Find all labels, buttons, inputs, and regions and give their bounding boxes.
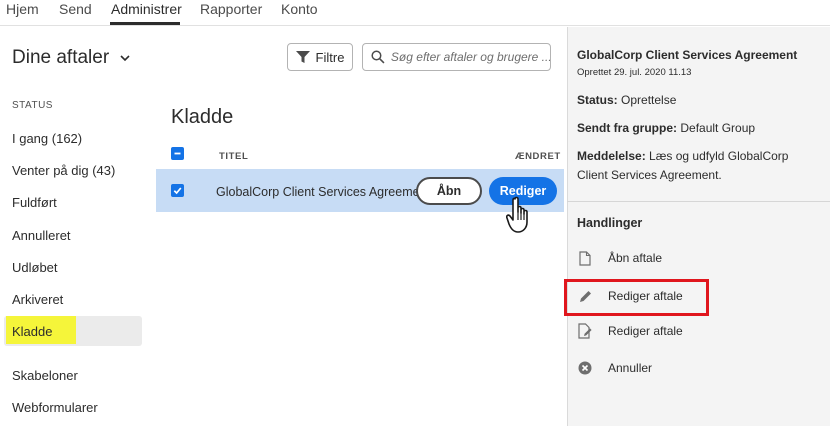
sidebar-item-waiting[interactable]: Venter på dig (43) [12,163,115,178]
document-icon [579,250,591,266]
action-label: Rediger aftale [608,324,683,338]
search-field[interactable] [362,43,551,71]
detail-group: Sendt fra gruppe: Default Group [577,119,817,138]
row-title[interactable]: GlobalCorp Client Services Agreement [216,185,430,199]
search-input[interactable] [390,50,550,64]
filter-button[interactable]: Filtre [287,43,353,71]
action-cancel[interactable]: Annuller [577,358,652,378]
detail-title: GlobalCorp Client Services Agreement [577,48,798,62]
detail-group-label: Sendt fra gruppe: [577,121,678,135]
document-edit-icon [577,323,592,339]
action-open-agreement[interactable]: Åbn aftale [577,248,662,268]
sidebar: Dine aftaler STATUS [0,27,154,426]
row-checkbox[interactable] [171,184,184,197]
detail-group-value: Default Group [680,121,756,135]
active-tab-indicator [110,22,180,25]
detail-status: Status: Oprettelse [577,91,817,110]
detail-message-label: Meddelelse: [577,149,646,163]
filter-label: Filtre [315,49,345,65]
sidebar-item-templates[interactable]: Skabeloner [12,368,78,383]
open-button[interactable]: Åbn [416,177,482,205]
sidebar-title: Dine aftaler [12,47,110,68]
tab-konto[interactable]: Konto [281,0,318,18]
sidebar-item-archived[interactable]: Arkiveret [12,292,63,307]
status-heading: STATUS [12,100,53,111]
cancel-icon [578,361,592,375]
section-title: Kladde [171,106,234,128]
filter-icon [295,50,310,63]
detail-created: Oprettet 29. jul. 2020 11.13 [577,67,692,78]
top-navigation: Hjem Send Administrer Rapporter Konto [0,0,830,26]
search-icon [371,50,385,64]
sidebar-item-draft[interactable]: Kladde [12,324,52,339]
column-header-changed[interactable]: ÆNDRET [515,151,561,162]
select-all-checkbox[interactable] [171,147,184,160]
detail-message: Meddelelse: Læs og udfyld GlobalCorp Cli… [577,147,817,185]
tab-administrer[interactable]: Administrer [111,0,182,18]
detail-status-value: Oprettelse [621,93,677,107]
detail-divider [567,201,830,202]
content-panel [154,96,566,426]
sidebar-item-expired[interactable]: Udløbet [12,260,58,275]
sidebar-item-completed[interactable]: Fuldført [12,195,57,210]
hand-cursor-icon [506,196,528,233]
agreements-dropdown[interactable]: Dine aftaler [12,47,131,69]
column-header-title[interactable]: TITEL [219,151,248,162]
detail-status-label: Status: [577,93,618,107]
tab-hjem[interactable]: Hjem [6,0,39,18]
sidebar-item-webforms[interactable]: Webformularer [12,400,98,415]
chevron-down-icon [120,55,130,62]
tab-send[interactable]: Send [59,0,92,18]
sidebar-item-in-progress[interactable]: I gang (162) [12,131,82,146]
callout-highlight-box [564,279,709,316]
action-label: Åbn aftale [608,251,663,265]
minus-icon [174,152,181,155]
checkmark-icon [173,187,182,195]
action-edit-agreement-fields[interactable]: Rediger aftale [577,321,683,341]
tab-rapporter[interactable]: Rapporter [200,0,262,18]
action-label: Annuller [608,361,653,375]
sidebar-item-cancelled[interactable]: Annulleret [12,228,71,243]
actions-heading: Handlinger [577,216,643,230]
